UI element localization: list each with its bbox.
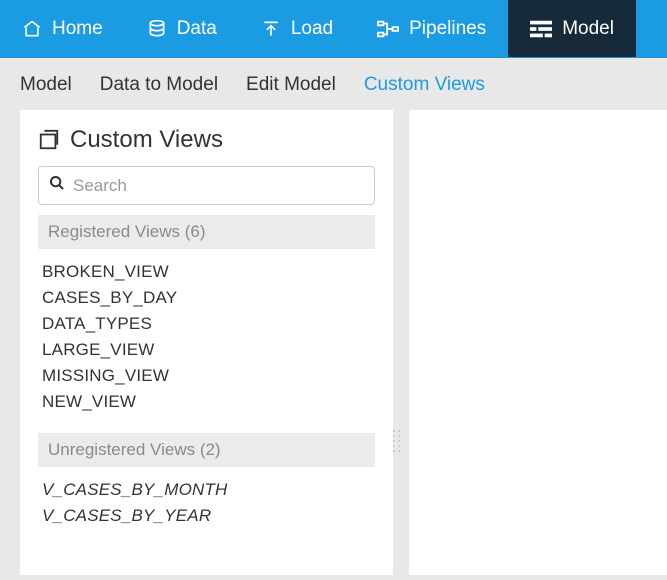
- unregistered-list: V_CASES_BY_MONTH V_CASES_BY_YEAR: [38, 477, 375, 547]
- list-item[interactable]: NEW_VIEW: [42, 389, 371, 415]
- nav-load[interactable]: Load: [239, 0, 355, 57]
- search-container: [38, 166, 375, 205]
- nav-load-label: Load: [291, 18, 333, 40]
- registered-list: BROKEN_VIEW CASES_BY_DAY DATA_TYPES LARG…: [38, 259, 375, 433]
- search-icon: [49, 175, 65, 196]
- list-item[interactable]: LARGE_VIEW: [42, 337, 371, 363]
- nav-home-label: Home: [52, 18, 103, 40]
- pipelines-icon: [377, 19, 399, 39]
- top-nav: Home Data Load Pipelines Model: [0, 0, 667, 58]
- model-icon: [530, 20, 552, 38]
- resize-handle[interactable]: [393, 430, 400, 452]
- database-icon: [147, 19, 167, 39]
- tab-edit-model[interactable]: Edit Model: [246, 74, 336, 96]
- nav-data-label: Data: [177, 18, 217, 40]
- list-item[interactable]: CASES_BY_DAY: [42, 285, 371, 311]
- sub-nav: Model Data to Model Edit Model Custom Vi…: [0, 58, 667, 110]
- tab-data-to-model[interactable]: Data to Model: [100, 74, 218, 96]
- list-item[interactable]: BROKEN_VIEW: [42, 259, 371, 285]
- list-item[interactable]: V_CASES_BY_MONTH: [42, 477, 371, 503]
- search-input[interactable]: [73, 176, 364, 196]
- tab-custom-views[interactable]: Custom Views: [364, 74, 485, 96]
- nav-home[interactable]: Home: [0, 0, 125, 57]
- registered-header: Registered Views (6): [38, 215, 375, 249]
- list-item[interactable]: MISSING_VIEW: [42, 363, 371, 389]
- list-item[interactable]: DATA_TYPES: [42, 311, 371, 337]
- views-panel: Custom Views Registered Views (6) BROKEN…: [20, 110, 393, 575]
- nav-pipelines[interactable]: Pipelines: [355, 0, 508, 57]
- list-item[interactable]: V_CASES_BY_YEAR: [42, 503, 371, 529]
- home-icon: [22, 19, 42, 39]
- detail-panel: [409, 110, 667, 575]
- content-area: Custom Views Registered Views (6) BROKEN…: [0, 110, 667, 575]
- nav-pipelines-label: Pipelines: [409, 18, 486, 40]
- tab-model[interactable]: Model: [20, 74, 72, 96]
- panel-title: Custom Views: [38, 126, 375, 154]
- panel-title-text: Custom Views: [70, 126, 223, 154]
- nav-data[interactable]: Data: [125, 0, 239, 57]
- nav-model-label: Model: [562, 18, 614, 40]
- unregistered-header: Unregistered Views (2): [38, 433, 375, 467]
- upload-icon: [261, 19, 281, 39]
- nav-model[interactable]: Model: [508, 0, 636, 57]
- views-icon: [38, 129, 60, 151]
